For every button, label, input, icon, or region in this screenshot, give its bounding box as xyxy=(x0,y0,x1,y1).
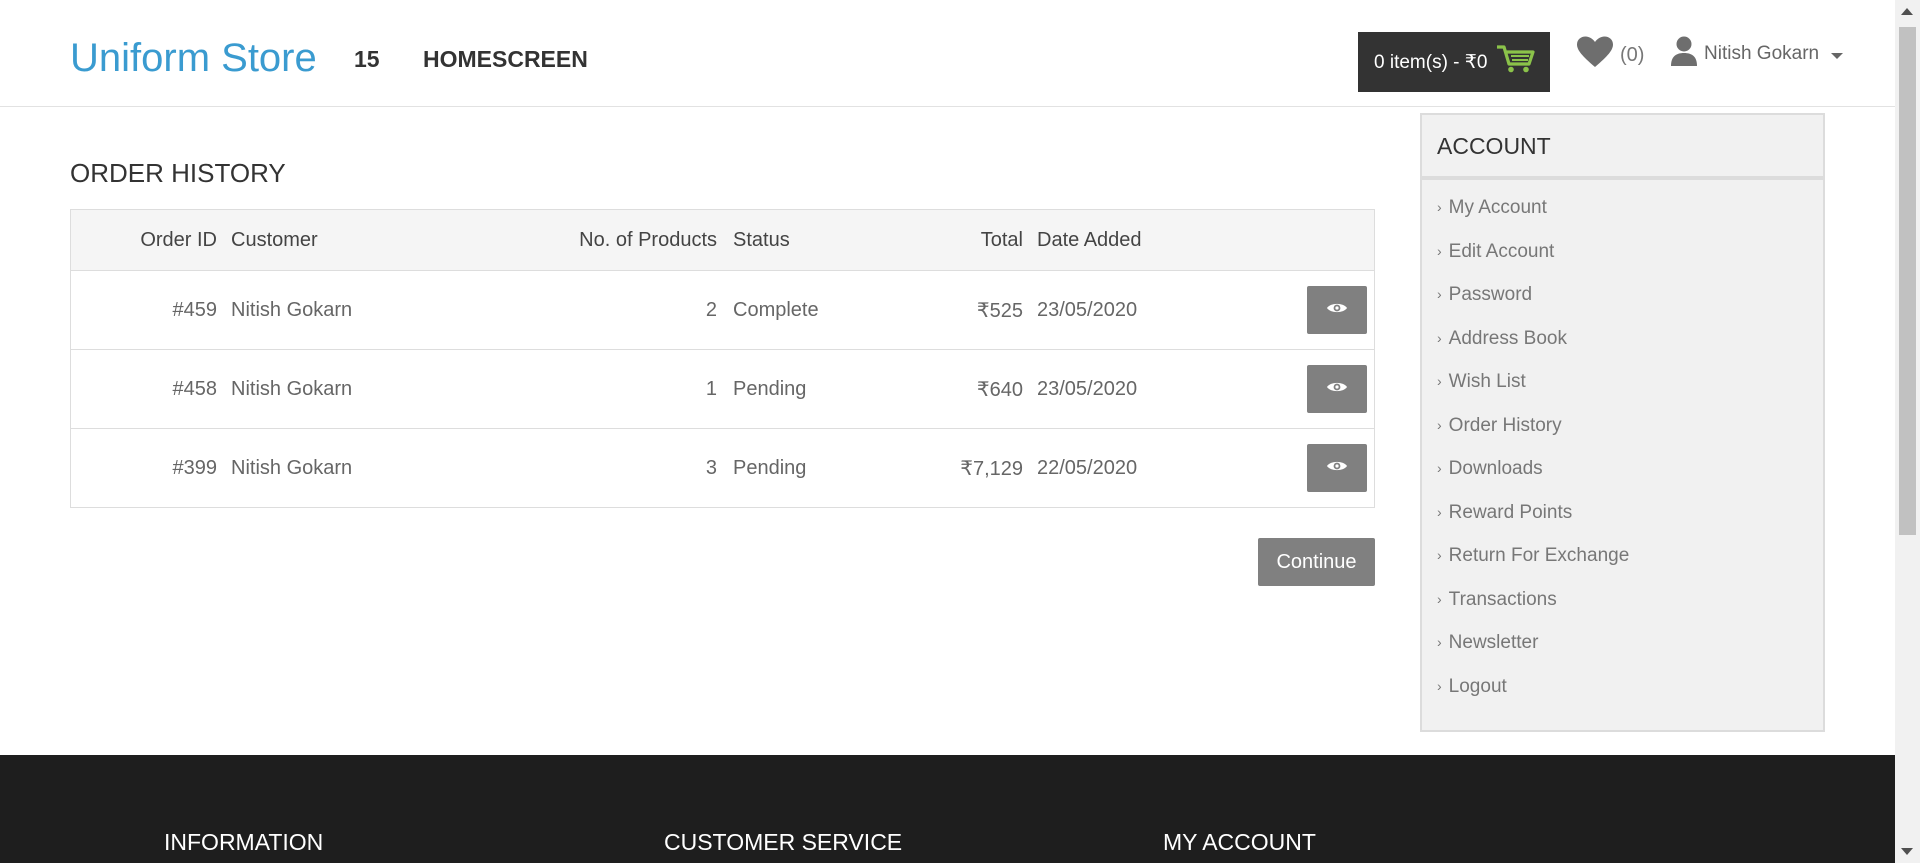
order-total: ₹7,129 xyxy=(960,458,1023,480)
sidebar-item-edit-account[interactable]: › Edit Account xyxy=(1437,241,1629,285)
column-header-order-id: Order ID xyxy=(140,228,217,251)
order-customer: Nitish Gokarn xyxy=(231,377,353,400)
sidebar-item-reward-points[interactable]: › Reward Points xyxy=(1437,502,1629,546)
column-header-status: Status xyxy=(733,228,790,251)
sidebar-header: ACCOUNT xyxy=(1422,115,1823,180)
column-header-total: Total xyxy=(980,228,1023,251)
table-row: #399 Nitish Gokarn 3 Pending ₹7,129 22/0… xyxy=(71,429,1374,508)
chevron-right-icon: › xyxy=(1437,373,1442,389)
sidebar-item-wish-list[interactable]: › Wish List xyxy=(1437,371,1629,415)
nav-item-15[interactable]: 15 xyxy=(354,46,380,73)
footer-heading-my-account: MY ACCOUNT xyxy=(1163,829,1316,855)
account-sidebar: ACCOUNT › My Account › Edit Account › Passw… xyxy=(1420,113,1825,732)
view-order-button[interactable] xyxy=(1307,444,1367,492)
sidebar-item-label: Logout xyxy=(1448,675,1507,697)
column-header-date: Date Added xyxy=(1037,228,1142,251)
sidebar-item-my-account[interactable]: › My Account xyxy=(1437,197,1629,241)
sidebar-item-newsletter[interactable]: › Newsletter xyxy=(1437,632,1629,676)
eye-icon xyxy=(1326,301,1348,320)
footer-heading-information: INFORMATION xyxy=(164,829,324,855)
sidebar-item-transactions[interactable]: › Transactions xyxy=(1437,589,1629,633)
user-name: Nitish Gokarn xyxy=(1704,43,1820,64)
order-total: ₹640 xyxy=(976,378,1023,401)
order-product-count: 3 xyxy=(705,457,717,479)
order-total: ₹525 xyxy=(976,299,1023,322)
scroll-down-arrow-icon[interactable] xyxy=(1901,848,1913,855)
sidebar-item-label: Return For Exchange xyxy=(1448,545,1630,566)
sidebar-item-order-history[interactable]: › Order History xyxy=(1437,415,1629,459)
sidebar-item-label: Edit Account xyxy=(1448,240,1555,262)
sidebar-item-label: Address Book xyxy=(1448,327,1567,349)
chevron-right-icon: › xyxy=(1437,677,1442,694)
order-id: #459 xyxy=(172,298,218,321)
chevron-down-icon xyxy=(1831,52,1844,59)
chevron-right-icon: › xyxy=(1437,199,1442,215)
sidebar-title: ACCOUNT xyxy=(1437,133,1551,159)
order-history-table: Order ID Customer No. of Products Status… xyxy=(70,209,1375,508)
sidebar-item-password[interactable]: › Password xyxy=(1437,284,1629,328)
sidebar-item-return-for-exchange[interactable]: › Return For Exchange xyxy=(1437,545,1629,589)
column-header-customer: Customer xyxy=(231,228,318,251)
table-header-row: Order ID Customer No. of Products Status… xyxy=(71,210,1374,271)
order-id: #399 xyxy=(172,457,218,479)
table-row: #459 Nitish Gokarn 2 Complete ₹525 23/05… xyxy=(71,271,1374,350)
scroll-up-arrow-icon[interactable] xyxy=(1901,8,1913,15)
sidebar-item-label: My Account xyxy=(1448,197,1547,218)
chevron-right-icon: › xyxy=(1437,590,1442,607)
chevron-right-icon: › xyxy=(1437,547,1442,563)
table-row: #458 Nitish Gokarn 1 Pending ₹640 23/05/… xyxy=(71,350,1374,429)
page-title: ORDER HISTORY xyxy=(70,158,286,188)
chevron-right-icon: › xyxy=(1437,634,1442,650)
wishlist-count: (0) xyxy=(1620,43,1645,66)
sidebar-item-logout[interactable]: › Logout xyxy=(1437,676,1629,720)
continue-button[interactable]: Continue xyxy=(1258,538,1375,586)
sidebar-item-downloads[interactable]: › Downloads xyxy=(1437,458,1629,502)
order-customer: Nitish Gokarn xyxy=(231,298,353,321)
order-status: Pending xyxy=(733,377,807,400)
order-date: 23/05/2020 xyxy=(1037,298,1138,321)
chevron-right-icon: › xyxy=(1437,242,1442,259)
sidebar-item-address-book[interactable]: › Address Book xyxy=(1437,328,1629,372)
order-date: 22/05/2020 xyxy=(1037,457,1138,479)
heart-icon xyxy=(1576,36,1614,74)
footer-heading-customer-service: CUSTOMER SERVICE xyxy=(664,829,903,855)
shopping-cart-icon xyxy=(1496,44,1536,80)
order-status: Pending xyxy=(733,457,807,479)
sidebar-item-label: Wish List xyxy=(1448,371,1526,392)
user-menu[interactable]: Nitish Gokarn xyxy=(1670,36,1844,72)
eye-icon xyxy=(1326,459,1348,478)
chevron-right-icon: › xyxy=(1437,503,1442,520)
eye-icon xyxy=(1326,380,1348,399)
view-order-button[interactable] xyxy=(1307,286,1367,334)
chevron-right-icon: › xyxy=(1437,329,1442,346)
view-order-button[interactable] xyxy=(1307,365,1367,413)
chevron-right-icon: › xyxy=(1437,416,1442,433)
order-customer: Nitish Gokarn xyxy=(231,457,353,479)
brand-logo-link[interactable]: Uniform Store xyxy=(70,34,317,82)
page-scrollbar-thumb[interactable] xyxy=(1899,27,1916,535)
sidebar-item-label: Order History xyxy=(1448,414,1562,436)
sidebar-item-label: Password xyxy=(1448,284,1533,305)
order-date: 23/05/2020 xyxy=(1037,377,1138,400)
nav-item-homescreen[interactable]: HOMESCREEN xyxy=(423,46,588,73)
chevron-right-icon: › xyxy=(1437,460,1442,476)
sidebar-item-label: Downloads xyxy=(1448,458,1543,479)
order-id: #458 xyxy=(172,377,218,400)
cart-button[interactable]: 0 item(s) - ₹0 xyxy=(1358,32,1550,92)
order-product-count: 1 xyxy=(705,377,717,400)
order-status: Complete xyxy=(733,298,819,321)
wishlist-link[interactable]: (0) xyxy=(1576,36,1644,74)
sidebar-item-label: Reward Points xyxy=(1448,501,1573,523)
user-icon xyxy=(1670,36,1698,72)
sidebar-menu: › My Account › Edit Account › Password › Add… xyxy=(1437,197,1629,719)
order-product-count: 2 xyxy=(705,298,717,321)
column-header-products: No. of Products xyxy=(579,228,717,251)
sidebar-item-label: Transactions xyxy=(1448,588,1557,610)
sidebar-item-label: Newsletter xyxy=(1448,632,1539,653)
cart-summary: 0 item(s) - ₹0 xyxy=(1374,51,1488,73)
chevron-right-icon: › xyxy=(1437,286,1442,302)
